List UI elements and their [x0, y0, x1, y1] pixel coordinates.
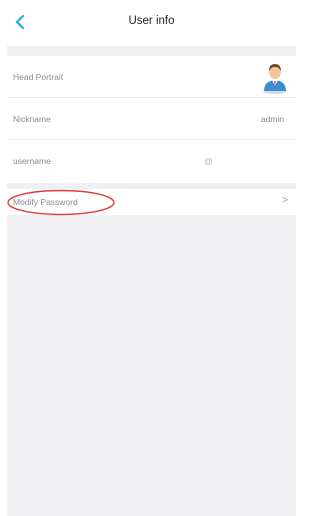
modify-password-label: Modify Password: [13, 197, 78, 207]
security-group: Modify Password >: [7, 189, 296, 216]
head-portrait-row[interactable]: Head Portrait: [7, 56, 296, 98]
modify-password-row[interactable]: Modify Password >: [7, 189, 296, 216]
nickname-value: admin: [260, 114, 284, 124]
username-label: username: [13, 156, 51, 166]
nickname-row[interactable]: Nickname admin: [7, 98, 296, 140]
profile-group: Head Portrait Nickname admin username @: [7, 56, 296, 183]
user-avatar-icon[interactable]: [262, 62, 288, 94]
head-portrait-label: Head Portrait: [13, 72, 64, 82]
chevron-right-icon: >: [282, 195, 288, 206]
username-row[interactable]: username @: [7, 140, 296, 182]
page-title: User info: [128, 15, 175, 27]
nickname-label: Nickname: [13, 114, 51, 124]
username-value: @: [204, 156, 213, 166]
navigation-bar: User info: [7, 0, 296, 46]
app-screen: User info Head Portrait Nickname admin u…: [7, 0, 296, 516]
